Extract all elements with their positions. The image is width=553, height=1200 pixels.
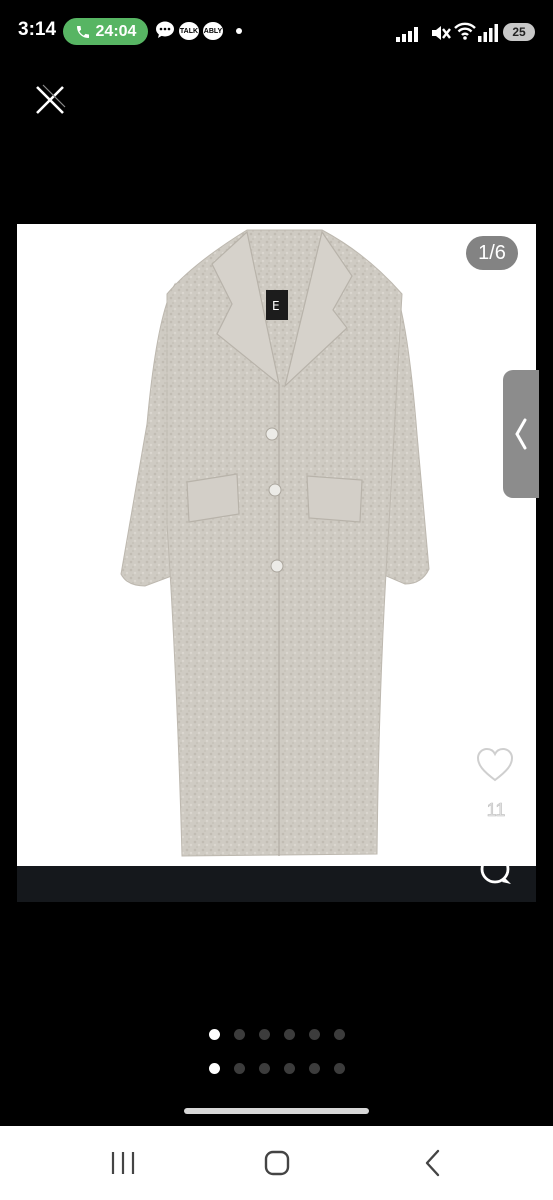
comment-button[interactable]: [478, 852, 514, 893]
close-icon: [36, 84, 66, 114]
svg-text:E: E: [272, 299, 280, 313]
back-icon: [425, 1149, 440, 1177]
pagination-dot[interactable]: [283, 1029, 295, 1040]
notification-talk-icon: TALK: [179, 22, 199, 40]
close-button[interactable]: [30, 80, 70, 120]
notification-ably-icon: ABLY: [203, 22, 223, 40]
home-indicator[interactable]: [184, 1108, 369, 1114]
pagination-dot[interactable]: [333, 1029, 345, 1040]
signal-icon-secondary: [478, 24, 498, 42]
product-image[interactable]: E: [17, 224, 536, 866]
status-bar: 3:14 24:04 TALK ABLY 25: [0, 0, 553, 64]
call-timer: 24:04: [95, 22, 137, 40]
status-time: 3:14: [18, 19, 57, 40]
pagination-dot[interactable]: [308, 1029, 320, 1040]
pagination-dot[interactable]: [208, 1029, 220, 1040]
chat-bubble-icon: [155, 21, 175, 44]
system-nav-bar: [0, 1126, 553, 1200]
pagination-dot[interactable]: [233, 1029, 245, 1040]
home-icon: [264, 1150, 290, 1176]
mute-icon: [432, 26, 451, 40]
recents-button[interactable]: [103, 1150, 143, 1181]
pagination-bottom: [0, 1063, 553, 1074]
side-panel-tab[interactable]: [503, 370, 539, 498]
phone-icon: [76, 25, 89, 38]
pagination-dot[interactable]: [258, 1063, 270, 1074]
pagination-dot[interactable]: [283, 1063, 295, 1074]
image-counter: 1/6: [466, 236, 518, 270]
pagination-dot[interactable]: [308, 1063, 320, 1074]
pagination-top: [0, 1029, 553, 1040]
recents-icon: [111, 1152, 135, 1174]
battery-indicator: 25: [503, 23, 535, 41]
image-bottom-strip: [17, 866, 536, 902]
call-timer-pill[interactable]: 24:04: [63, 18, 148, 45]
wifi-icon: [454, 22, 476, 40]
like-button[interactable]: [475, 746, 515, 789]
comment-icon: [480, 854, 511, 884]
back-button[interactable]: [418, 1148, 448, 1183]
pagination-dot[interactable]: [208, 1063, 220, 1074]
home-button[interactable]: [262, 1148, 292, 1183]
signal-icon: [396, 27, 418, 42]
more-notifications-dot: [236, 28, 242, 34]
pagination-dot[interactable]: [333, 1063, 345, 1074]
pagination-dot[interactable]: [233, 1063, 245, 1074]
coat-image: E: [120, 229, 430, 857]
like-count: 11: [486, 800, 506, 821]
chevron-left-icon: [515, 418, 527, 450]
heart-icon: [476, 747, 514, 782]
pagination-dot[interactable]: [258, 1029, 270, 1040]
